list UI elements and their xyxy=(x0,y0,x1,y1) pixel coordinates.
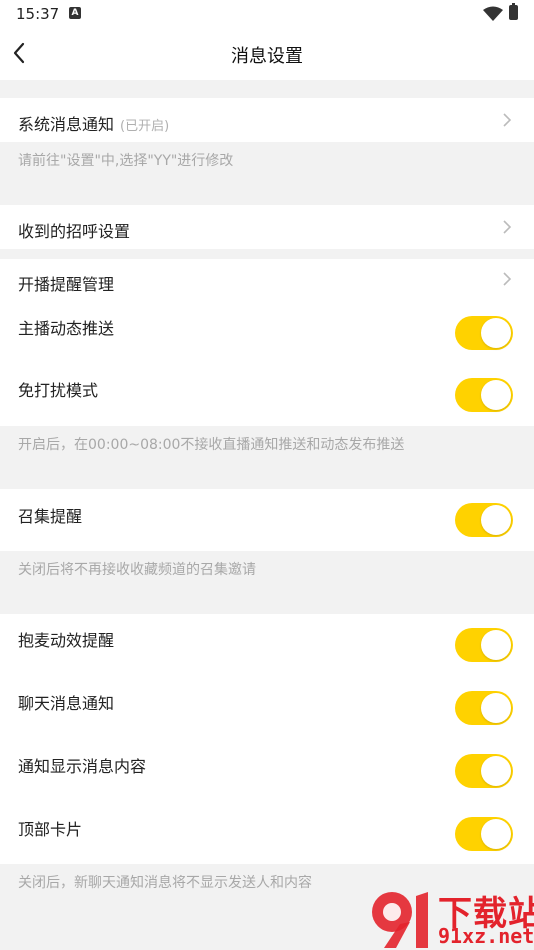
status-time: 15:37 xyxy=(16,5,60,23)
mic-effect-toggle[interactable] xyxy=(455,628,513,662)
summon-label: 召集提醒 xyxy=(18,507,83,526)
wifi-icon xyxy=(483,6,503,21)
toggle-knob xyxy=(481,756,511,786)
received-greeting-row[interactable]: 收到的招呼设置 xyxy=(0,205,534,249)
chevron-right-icon xyxy=(503,272,512,286)
toggle-knob xyxy=(481,693,511,723)
nav-bar: 消息设置 xyxy=(0,28,534,80)
system-notification-row[interactable]: 系统消息通知 (已开启) xyxy=(0,98,534,142)
toggle-knob xyxy=(481,380,511,410)
system-notification-title: 系统消息通知 xyxy=(18,115,115,134)
show-content-toggle[interactable] xyxy=(455,754,513,788)
live-reminder-row[interactable]: 开播提醒管理 xyxy=(0,259,534,303)
do-not-disturb-label: 免打扰模式 xyxy=(18,381,99,400)
dnd-tip: 开启后，在00:00~08:00不接收直播通知推送和动态发布推送 xyxy=(18,437,405,453)
chat-settings-card: 抱麦动效提醒 聊天消息通知 通知显示消息内容 顶部卡片 xyxy=(0,614,534,864)
chat-notification-label: 聊天消息通知 xyxy=(18,694,115,713)
summon-toggle[interactable] xyxy=(455,503,513,537)
chevron-right-icon xyxy=(503,113,512,127)
chat-notification-toggle[interactable] xyxy=(455,691,513,725)
toggle-knob xyxy=(481,819,511,849)
system-notification-status: (已开启) xyxy=(120,119,170,134)
toggle-knob xyxy=(481,318,511,348)
system-notification-label: 系统消息通知 (已开启) xyxy=(18,111,169,135)
chevron-right-icon xyxy=(503,220,512,234)
toggle-knob xyxy=(481,505,511,535)
summon-row: 召集提醒 xyxy=(0,489,534,551)
top-card-label: 顶部卡片 xyxy=(18,820,83,839)
system-notification-tip: 请前往"设置"中,选择"YY"进行修改 xyxy=(18,153,234,169)
anchor-dynamics-toggle[interactable] xyxy=(455,316,513,350)
live-settings-card: 开播提醒管理 主播动态推送 免打扰模式 xyxy=(0,259,534,426)
show-content-label: 通知显示消息内容 xyxy=(18,757,147,776)
top-card-toggle[interactable] xyxy=(455,817,513,851)
summon-tip: 关闭后将不再接收收藏频道的召集邀请 xyxy=(18,562,256,578)
page-title: 消息设置 xyxy=(231,46,303,67)
notification-icon: A xyxy=(69,7,81,19)
mic-effect-label: 抱麦动效提醒 xyxy=(18,631,115,650)
anchor-dynamics-label: 主播动态推送 xyxy=(18,319,115,338)
battery-icon xyxy=(509,3,518,20)
status-bar: 15:37 A xyxy=(0,0,534,28)
live-reminder-label: 开播提醒管理 xyxy=(18,275,115,294)
do-not-disturb-toggle[interactable] xyxy=(455,378,513,412)
received-greeting-label: 收到的招呼设置 xyxy=(18,222,131,241)
toggle-knob xyxy=(481,630,511,660)
bottom-tip: 关闭后，新聊天通知消息将不显示发送人和内容 xyxy=(18,875,312,891)
watermark-text-bottom: 91xz.net xyxy=(438,924,534,948)
